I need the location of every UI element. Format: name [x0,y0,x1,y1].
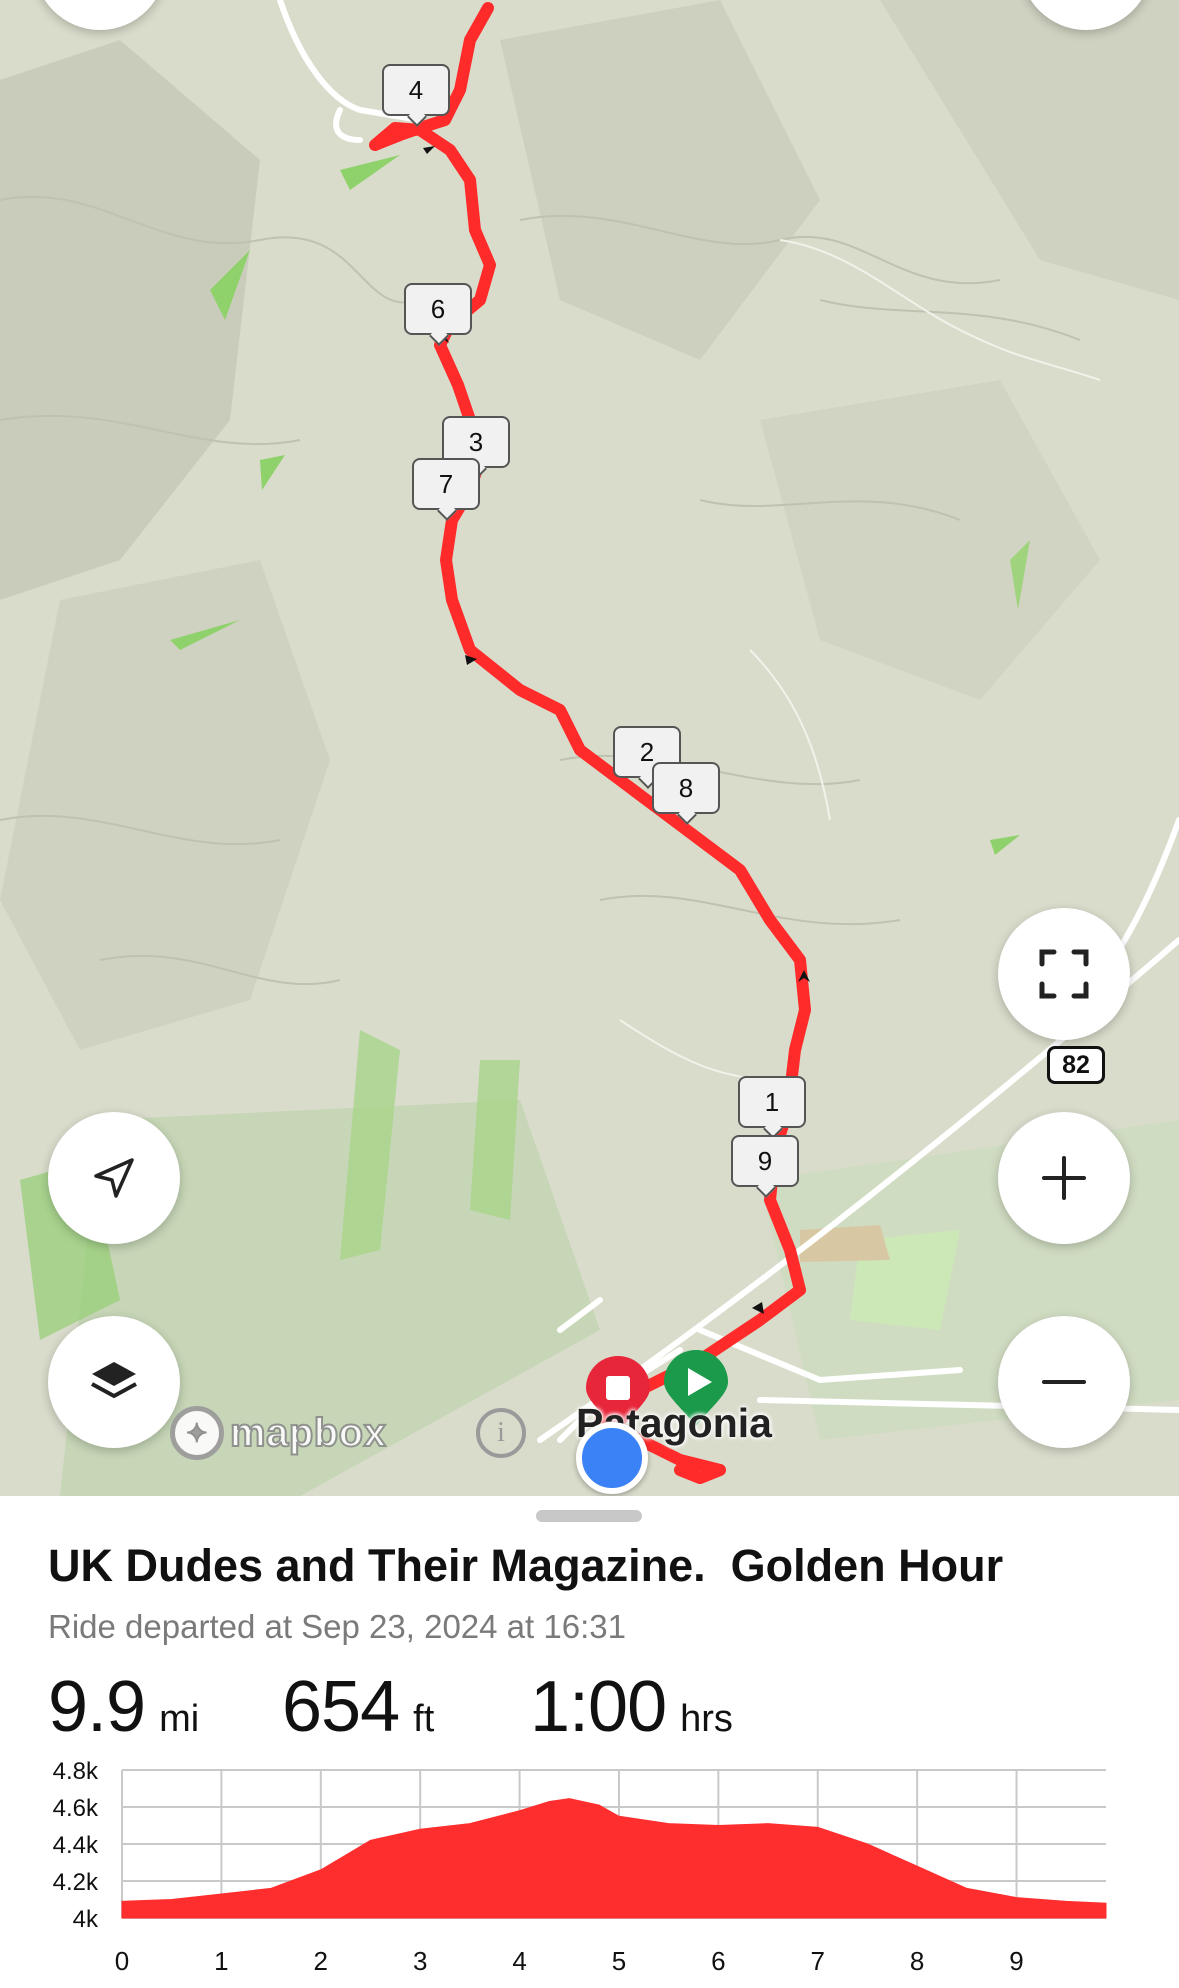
ride-title: UK Dudes and Their Magazine. Golden Hour [48,1540,1004,1591]
zoom-out-icon [1042,1380,1086,1384]
sheet-drag-handle[interactable] [536,1510,642,1522]
elevation-chart[interactable]: 4.8k 4.6k 4.4k 4.2k 4k 0 1 2 3 4 5 6 7 8 9 [0,1756,1179,1988]
mapbox-logo[interactable]: ✦ mapbox [170,1406,387,1460]
ride-details-sheet[interactable]: UK Dudes and Their Magazine. Golden Hour… [0,1496,1179,1988]
km-marker[interactable]: 1 [738,1076,806,1128]
terrain-map [0,0,1179,1496]
x-tick-label: 7 [811,1946,825,1976]
x-tick-label: 5 [612,1946,626,1976]
x-tick-label: 6 [711,1946,725,1976]
x-tick-label: 4 [512,1946,526,1976]
x-tick-label: 9 [1009,1946,1023,1976]
km-marker[interactable]: 4 [382,64,450,116]
x-tick-label: 8 [910,1946,924,1976]
ride-subtitle: Ride departed at Sep 23, 2024 at 16:31 [48,1608,626,1645]
mapbox-mark-icon: ✦ [170,1406,224,1460]
km-marker[interactable]: 9 [731,1135,799,1187]
y-tick-label: 4k [73,1906,99,1933]
y-tick-label: 4.2k [53,1869,99,1896]
duration-stat: 1:00 hrs [530,1667,733,1747]
y-tick-label: 4.6k [53,1795,99,1822]
y-tick-label: 4.4k [53,1832,99,1859]
map-view[interactable]: 4 6 3 7 2 8 1 9 82 Patagonia ✦ mapbox i [0,0,1179,1496]
km-marker[interactable]: 8 [652,762,720,814]
x-tick-label: 3 [413,1946,427,1976]
layers-icon [91,1362,137,1398]
zoom-in-icon [1042,1156,1086,1200]
navigate-button[interactable] [48,1112,180,1244]
fullscreen-button[interactable] [998,908,1130,1040]
x-tick-label: 2 [314,1946,328,1976]
x-tick-label: 1 [214,1946,228,1976]
y-tick-label: 4.8k [53,1758,99,1785]
elevation-stat: 654 ft [282,1667,435,1747]
elevation-area [121,1798,1107,1919]
zoom-out-button[interactable] [998,1316,1130,1448]
info-icon[interactable]: i [476,1408,526,1458]
km-marker[interactable]: 7 [412,458,480,510]
highway-shield: 82 [1047,1046,1105,1084]
fullscreen-icon [1039,949,1089,999]
km-marker[interactable]: 6 [404,283,472,335]
distance-stat: 9.9 mi [48,1667,200,1747]
layers-button[interactable] [48,1316,180,1448]
x-tick-label: 0 [115,1946,129,1976]
current-location-dot [576,1422,648,1494]
zoom-in-button[interactable] [998,1112,1130,1244]
navigate-arrow-icon [94,1158,134,1198]
